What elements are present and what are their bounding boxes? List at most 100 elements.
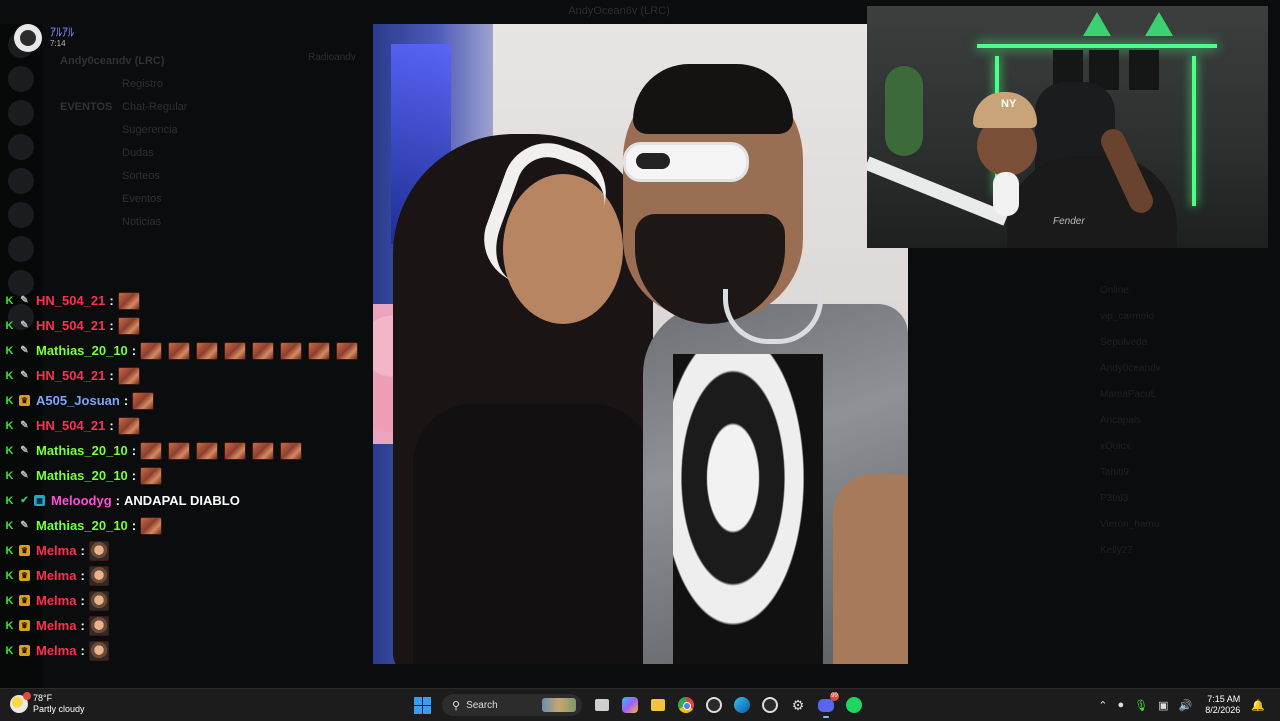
kick-badge-icon: K <box>5 319 14 332</box>
tray-app-icon[interactable]: ● <box>1118 699 1125 711</box>
background-member-item[interactable]: vip_carmelo <box>1100 306 1270 328</box>
app-button[interactable] <box>703 694 725 716</box>
background-member-item[interactable]: Kelly27 <box>1100 540 1270 562</box>
kick-badge-icon: K <box>5 469 14 482</box>
chat-emote <box>140 466 163 485</box>
wall-poster <box>1129 50 1159 90</box>
notification-bell-icon[interactable]: 🔔 <box>1251 699 1265 712</box>
chat-emote <box>88 540 109 561</box>
clock[interactable]: 7:15 AM 8/2/2026 <box>1205 694 1240 716</box>
chat-username[interactable]: Mathias_20_10 <box>36 468 128 483</box>
kick-badge-icon: K <box>5 594 14 607</box>
chat-username[interactable]: Melma <box>36 543 76 558</box>
chat-message: K ✎ Mathias_20_10: <box>4 438 370 463</box>
chat-username[interactable]: HN_504_21 <box>36 368 105 383</box>
network-icon[interactable]: ▣ <box>1158 699 1168 712</box>
edge-button[interactable] <box>731 694 753 716</box>
server-icon[interactable] <box>8 202 34 228</box>
background-member-item[interactable]: Andy0ceandv <box>1100 358 1270 380</box>
chat-message: K ✎ HN_504_21: <box>4 313 370 338</box>
settings-button[interactable]: ⚙ <box>787 694 809 716</box>
chat-username[interactable]: Mathias_20_10 <box>36 343 128 358</box>
background-channel-item[interactable]: Noticias <box>82 211 372 234</box>
chat-separator: : <box>80 543 85 558</box>
chat-emote <box>336 341 359 360</box>
volume-icon[interactable]: 🔊 <box>1179 699 1193 712</box>
chat-username[interactable]: A505_Josuan <box>36 393 120 408</box>
stream-time: 7:14 <box>50 39 66 48</box>
chat-separator: : <box>80 618 85 633</box>
chat-username[interactable]: Mathias_20_10 <box>36 443 128 458</box>
taskbar-apps: ⚲ Search ⚙ 99 <box>408 692 868 718</box>
search-icon: ⚲ <box>452 699 461 712</box>
chat-username[interactable]: Melma <box>36 643 76 658</box>
chat-separator: : <box>109 368 114 383</box>
shared-photo <box>373 24 908 664</box>
background-member-item[interactable]: Vieron_hamu <box>1100 514 1270 536</box>
chat-separator: : <box>80 593 85 608</box>
background-member-item[interactable]: Ancapals <box>1100 410 1270 432</box>
kick-badge-icon: K <box>5 444 14 457</box>
background-channel-item[interactable]: Sorteos <box>82 165 372 188</box>
background-channel-item[interactable]: Eventos <box>82 188 372 211</box>
chevron-up-icon[interactable]: ⌃ <box>1098 699 1107 712</box>
chat-username[interactable]: Melma <box>36 593 76 608</box>
led-strip-right <box>1192 56 1196 206</box>
chat-emote <box>224 341 247 360</box>
chat-message: K ♛ Melma: <box>4 638 370 663</box>
chat-separator: : <box>131 468 137 483</box>
chat-emote <box>140 516 163 535</box>
background-window-title: AndyOcean6v (LRC) <box>568 5 670 17</box>
chat-emote <box>252 441 275 460</box>
background-channel-item[interactable]: Dudas <box>82 142 372 165</box>
task-view-button[interactable] <box>591 694 613 716</box>
stream-header: ｱﾙｱﾙ 7:14 <box>14 24 74 52</box>
server-icon[interactable] <box>8 134 34 160</box>
chat-username[interactable]: Meloodyg <box>51 493 112 508</box>
server-icon[interactable] <box>8 168 34 194</box>
chat-username[interactable]: HN_504_21 <box>36 293 105 308</box>
search-highlight-image <box>542 698 576 712</box>
background-section-label: EVENTOS <box>60 101 113 113</box>
background-member-item[interactable]: Sepulveda <box>1100 332 1270 354</box>
copilot-button[interactable] <box>619 694 641 716</box>
chrome-button[interactable] <box>675 694 697 716</box>
taskbar-search[interactable]: ⚲ Search <box>442 694 582 716</box>
chat-emote <box>117 291 140 310</box>
start-button[interactable] <box>411 694 433 716</box>
cap-logo: NY <box>1001 98 1017 110</box>
weather-widget[interactable]: 78°F Partly cloudy <box>10 692 85 715</box>
kick-badge-icon: K <box>5 644 14 657</box>
server-icon[interactable] <box>8 66 34 92</box>
chat-emote <box>196 341 219 360</box>
background-channel-item[interactable]: Sugerencia <box>82 119 372 142</box>
obs-button[interactable] <box>759 694 781 716</box>
clock-date: 8/2/2026 <box>1205 705 1241 715</box>
spotify-button[interactable] <box>843 694 865 716</box>
kick-badge-icon: K <box>5 544 14 557</box>
server-icon[interactable] <box>8 236 34 262</box>
chat-username[interactable]: HN_504_21 <box>36 418 105 433</box>
og-badge-icon: ▦ <box>34 495 45 506</box>
chat-username[interactable]: Melma <box>36 568 76 583</box>
chat-username[interactable]: Melma <box>36 618 76 633</box>
discord-button[interactable]: 99 <box>815 692 839 718</box>
background-member-item[interactable]: MamaPacuL <box>1100 384 1270 406</box>
chat-separator: : <box>109 318 114 333</box>
background-member-item[interactable]: P3tal3 <box>1100 488 1270 510</box>
clock-time: 7:15 AM <box>1207 694 1241 704</box>
file-explorer-button[interactable] <box>647 694 669 716</box>
background-member-item[interactable]: Online <box>1100 280 1270 302</box>
server-icon[interactable] <box>8 100 34 126</box>
background-member-item[interactable]: xQuicx <box>1100 436 1270 458</box>
chat-separator: : <box>80 643 85 658</box>
microphone-icon[interactable]: 🎙 <box>1134 699 1148 712</box>
chat-username[interactable]: HN_504_21 <box>36 318 105 333</box>
chat-username[interactable]: Mathias_20_10 <box>36 518 128 533</box>
kick-badge-icon: K <box>5 369 14 382</box>
background-channel-item[interactable]: Registro <box>82 73 372 96</box>
pencil-badge-icon: ✎ <box>20 345 29 356</box>
chat-message: K ♛ Melma: <box>4 613 370 638</box>
chat-separator: : <box>109 293 114 308</box>
background-member-item[interactable]: Tahiti9 <box>1100 462 1270 484</box>
